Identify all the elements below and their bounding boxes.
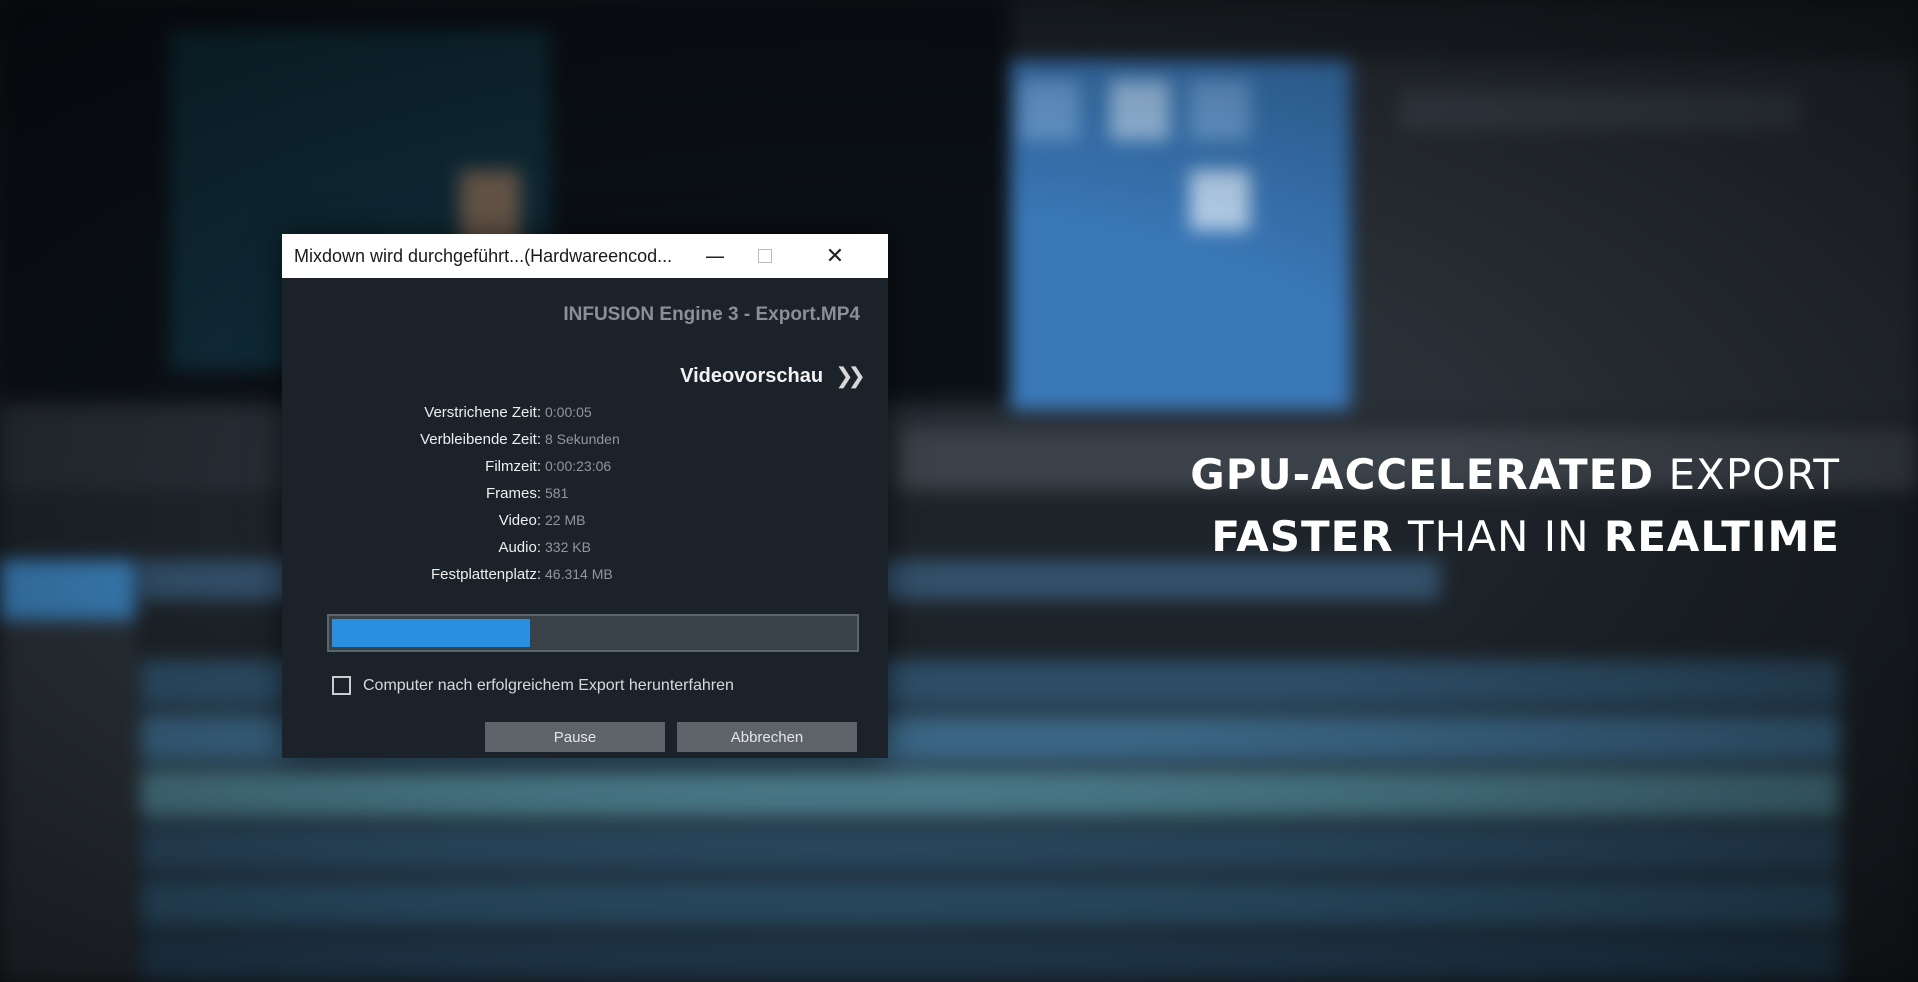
stat-row-audio: Audio: 332 KB — [282, 539, 888, 561]
maximize-icon — [758, 249, 772, 263]
mixdown-dialog: Mixdown wird durchgeführt...(Hardwareenc… — [282, 234, 888, 758]
tagline-line-1: GPU-ACCELERATED EXPORT — [1190, 444, 1840, 506]
video-preview-label: Videovorschau — [680, 365, 824, 387]
shutdown-checkbox[interactable] — [332, 676, 351, 695]
stat-label: Festplattenplatz: — [430, 566, 541, 583]
tagline-light: THAN IN — [1393, 512, 1604, 561]
stat-label: Video: — [498, 512, 541, 529]
stat-row-elapsed: Verstrichene Zeit: 0:00:05 — [282, 404, 888, 426]
stat-row-frames: Frames: 581 — [282, 485, 888, 507]
promo-tagline: GPU-ACCELERATED EXPORT FASTER THAN IN RE… — [1190, 444, 1840, 568]
export-progress-bar — [327, 614, 859, 652]
dialog-titlebar[interactable]: Mixdown wird durchgeführt...(Hardwareenc… — [282, 234, 888, 278]
stat-label: Filmzeit: — [485, 458, 541, 475]
tagline-light: EXPORT — [1654, 450, 1840, 499]
cancel-button[interactable]: Abbrechen — [677, 722, 857, 752]
stat-label: Frames: — [485, 485, 541, 502]
minimize-button[interactable]: — — [692, 234, 738, 278]
tagline-bold: REALTIME — [1603, 512, 1840, 561]
stat-label: Verbleibende Zeit: — [420, 431, 541, 448]
maximize-button[interactable] — [742, 234, 788, 278]
tagline-bold: FASTER — [1211, 512, 1394, 561]
stat-row-diskspace: Festplattenplatz: 46.314 MB — [282, 566, 888, 588]
double-chevron-right-icon: ❯❯ — [835, 364, 866, 389]
stat-value: 0:00:05 — [545, 404, 592, 420]
dialog-title: Mixdown wird durchgeführt...(Hardwareenc… — [294, 246, 673, 266]
close-button[interactable]: ✕ — [812, 234, 858, 278]
stat-value: 8 Sekunden — [545, 431, 620, 447]
stat-row-video: Video: 22 MB — [282, 512, 888, 534]
stat-value: 22 MB — [545, 512, 586, 528]
tagline-bold: GPU-ACCELERATED — [1190, 450, 1655, 499]
stat-value: 46.314 MB — [545, 566, 613, 582]
engine-title: INFUSION Engine 3 - Export.MP4 — [563, 304, 860, 325]
minimize-icon: — — [705, 244, 725, 268]
stat-value: 332 KB — [545, 539, 591, 555]
stat-label: Audio: — [498, 539, 541, 556]
pause-button[interactable]: Pause — [485, 722, 665, 752]
video-preview-toggle[interactable]: Videovorschau ❯❯ — [680, 364, 866, 389]
stat-row-remaining: Verbleibende Zeit: 8 Sekunden — [282, 431, 888, 453]
export-progress-fill — [332, 619, 530, 647]
close-icon: ✕ — [825, 243, 845, 269]
stat-value: 581 — [545, 485, 569, 501]
shutdown-label: Computer nach erfolgreichem Export herun… — [363, 676, 734, 694]
shutdown-option[interactable]: Computer nach erfolgreichem Export herun… — [332, 676, 734, 695]
stat-label: Verstrichene Zeit: — [424, 404, 541, 421]
stat-row-filmtime: Filmzeit: 0:00:23:06 — [282, 458, 888, 480]
stat-value: 0:00:23:06 — [545, 458, 612, 474]
tagline-line-2: FASTER THAN IN REALTIME — [1190, 506, 1840, 568]
